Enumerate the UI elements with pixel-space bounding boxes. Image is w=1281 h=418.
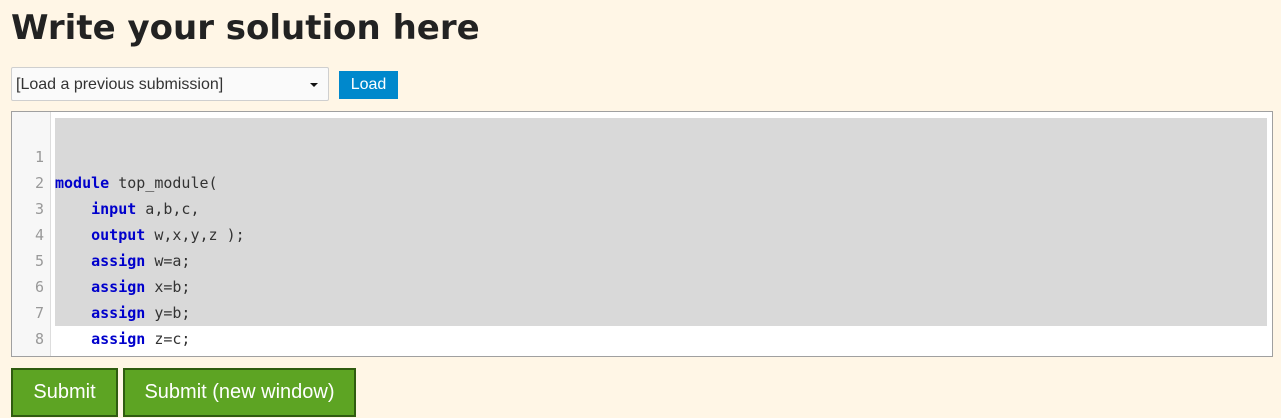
select-value: [Load a previous submission] (16, 76, 224, 93)
code-line: 9 (12, 326, 1272, 352)
code-editor[interactable]: 1 module top_module( 2 input a,b,c, 3 ou… (11, 111, 1273, 357)
page: Write your solution here [Load a previou… (0, 0, 1281, 418)
code-line: 8 endmodule (12, 300, 1272, 348)
caret-down-icon (310, 83, 318, 87)
code-text: endmodule (55, 352, 136, 357)
submit-new-window-button[interactable]: Submit (new window) (123, 368, 356, 417)
page-title: Write your solution here (11, 8, 480, 48)
code-line: 4 assign w=a; (12, 196, 1272, 270)
submit-button[interactable]: Submit (11, 368, 118, 417)
code-line: 5 assign x=b; (12, 222, 1272, 296)
code-line: 1 module top_module( (12, 118, 1272, 192)
code-line: 6 assign y=b; (12, 248, 1272, 322)
load-button[interactable]: Load (339, 71, 398, 99)
code-line: 2 input a,b,c, (12, 144, 1272, 218)
line-number: 9 (12, 352, 44, 356)
code-line: 7 assign z=c; (12, 274, 1272, 348)
keyword: endmodule (55, 356, 136, 357)
previous-submission-select[interactable]: [Load a previous submission] (11, 67, 329, 101)
code-line: 3 output w,x,y,z ); (12, 170, 1272, 244)
